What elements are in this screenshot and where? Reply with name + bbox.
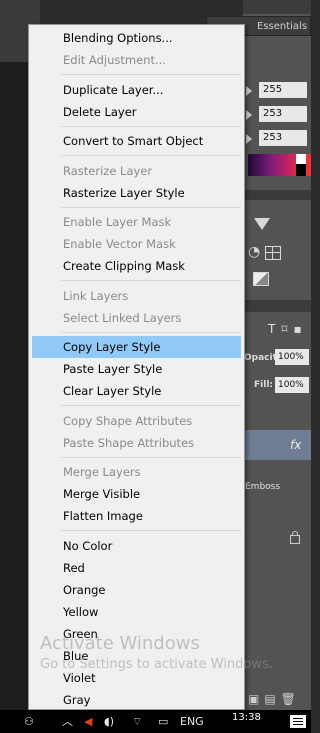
action-center-icon[interactable] [290,715,306,728]
menu-item-orange[interactable]: Orange [32,579,241,601]
menu-item-paste-layer-style[interactable]: Paste Layer Style [32,358,241,380]
workspace-label: Essentials [257,21,308,32]
menu-separator [61,405,241,406]
white-swatch[interactable] [296,154,306,164]
menu-separator [61,280,241,281]
menu-separator [61,74,241,75]
language-indicator[interactable]: ENG [180,710,204,733]
activate-windows-title: Activate Windows [40,633,200,654]
network-icon[interactable]: ⌔ [132,710,142,733]
menu-item-clear-layer-style[interactable]: Clear Layer Style [32,380,241,402]
windows-taskbar [0,710,311,733]
color-value-r[interactable]: 255 [259,82,307,98]
menu-item-copy-shape-attributes: Copy Shape Attributes [63,413,193,428]
menu-item-create-clipping-mask[interactable]: Create Clipping Mask [32,255,241,277]
slider-knob-icon[interactable] [246,86,252,96]
menu-item-enable-layer-mask: Enable Layer Mask [63,215,172,229]
panel-divider [243,300,311,312]
volume-icon[interactable]: ◖) [104,710,114,733]
slider-knob-icon[interactable] [246,110,252,120]
color-value-g[interactable]: 253 [259,106,307,122]
menu-item-merge-visible[interactable]: Merge Visible [32,483,241,505]
activate-windows-subtitle: Go to Settings to activate Windows. [40,657,273,672]
color-value-b[interactable]: 253 [259,130,307,146]
menu-separator [61,206,241,208]
slider-knob-icon[interactable] [246,134,252,144]
opacity-field[interactable]: 100% [275,349,309,365]
layers-bottom-icons[interactable]: ▣▤🗑 [248,692,301,706]
menu-item-flatten-image[interactable]: Flatten Image [32,505,241,527]
color-slider-r[interactable]: 255 [243,79,311,101]
layer-filter-icons[interactable]: T⌑▪ [268,322,308,336]
color-slider-g[interactable]: 253 [243,103,311,125]
menu-item-delete-layer[interactable]: Delete Layer [32,101,241,123]
menu-separator [61,530,241,531]
layer-effect-name[interactable]: Emboss [245,482,280,492]
app-tray-icon[interactable]: ◀ [84,710,92,733]
menu-item-convert-to-smart-object[interactable]: Convert to Smart Object [32,130,241,152]
menu-item-merge-layers: Merge Layers [63,465,141,479]
menu-item-yellow[interactable]: Yellow [32,601,241,623]
menu-item-edit-adjustment: Edit Adjustment... [63,53,166,67]
fx-icon[interactable]: fx [290,438,301,452]
adjustment-icon[interactable]: ◔ [248,245,260,259]
lock-icon[interactable] [290,531,300,544]
menu-item-copy-layer-style[interactable]: Copy Layer Style [32,336,241,358]
menu-item-duplicate-layer[interactable]: Duplicate Layer... [32,79,241,101]
menu-item-rasterize-layer: Rasterize Layer [63,163,153,178]
menu-item-link-layers: Link Layers [63,288,129,303]
menu-separator [61,155,241,156]
gradient-map-icon[interactable] [253,272,269,286]
fill-field[interactable]: 100% [275,377,309,393]
menu-item-paste-shape-attributes: Paste Shape Attributes [63,435,195,450]
menu-item-no-color[interactable]: No Color [32,535,241,557]
battery-icon[interactable]: ▭ [158,710,168,733]
show-hidden-icons-chevron-icon[interactable]: ︿ [62,710,73,733]
fill-label: Fill: [254,380,274,390]
menu-item-blending-options[interactable]: Blending Options... [32,27,241,49]
panel-divider [243,190,311,200]
menu-item-select-linked-layers: Select Linked Layers [63,310,182,325]
black-swatch[interactable] [296,164,306,176]
adjustment-triangle-icon[interactable] [254,218,270,230]
menu-item-red[interactable]: Red [32,557,241,579]
people-icon[interactable]: ⚇ [24,710,34,733]
menu-separator [61,456,241,458]
taskbar-clock[interactable]: 13:38 [232,712,261,723]
layer-context-menu: Blending Options... Edit Adjustment... Dup… [28,24,245,710]
grid-icon[interactable] [265,246,281,260]
menu-separator [61,331,241,333]
menu-separator [61,125,241,127]
menu-item-rasterize-layer-style[interactable]: Rasterize Layer Style [32,182,241,204]
options-bar [243,0,311,14]
menu-item-gray[interactable]: Gray [32,689,241,711]
menu-item-enable-vector-mask: Enable Vector Mask [63,237,176,251]
color-slider-b[interactable]: 253 [243,127,311,149]
